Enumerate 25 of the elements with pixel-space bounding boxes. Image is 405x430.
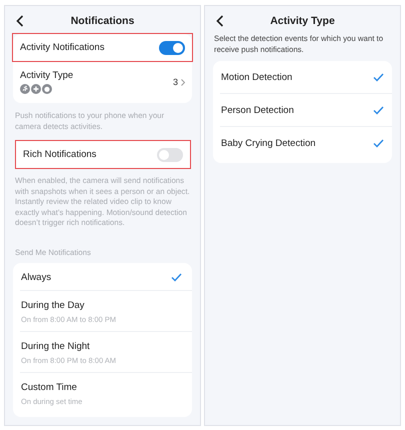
setting-label: Rich Notifications [23,149,96,160]
screen-title: Notifications [70,15,136,27]
option-label: Custom Time [21,382,78,393]
back-icon[interactable] [216,15,224,27]
runner-icon [20,84,30,94]
toggle-switch[interactable] [157,148,183,162]
option-row[interactable]: Person Detection [220,94,392,127]
option-label: Always [21,272,52,283]
option-label: During the Day [21,300,86,311]
count-value: 3 [172,77,178,87]
option-row[interactable]: Baby Crying Detection [220,126,392,159]
option-row[interactable]: Motion Detection [220,60,392,94]
option-label: Person Detection [221,104,294,116]
option-label: During the Night [21,340,91,352]
setting-label: Activity Type [20,70,74,81]
screen-title: Activity Type [269,15,336,27]
setting-label: Activity Notifications [20,42,104,53]
plus-icon [31,84,41,94]
option-label: Motion Detection [221,72,292,83]
option-row[interactable]: Always [20,262,192,291]
option-label: Baby Crying Detection [221,138,316,149]
back-icon[interactable] [16,15,24,27]
toggle-switch[interactable] [159,40,185,54]
chevron-right-icon[interactable] [181,78,185,86]
head-icon [42,84,52,94]
